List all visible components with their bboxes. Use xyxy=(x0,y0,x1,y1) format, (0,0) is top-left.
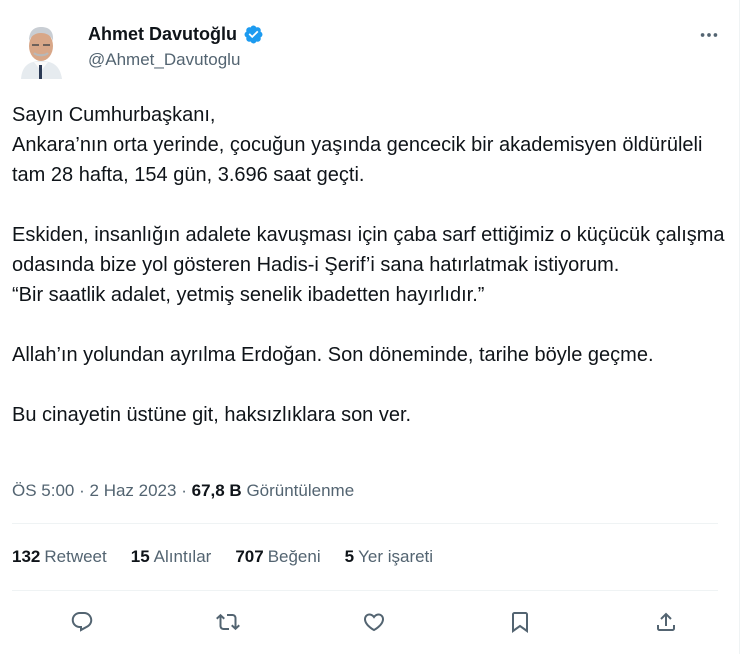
views-label: Görüntülenme xyxy=(246,481,355,500)
author-name[interactable]: Ahmet Davutoğlu xyxy=(88,24,237,45)
tweet-paragraph: Sayın Cumhurbaşkanı, Ankara’nın orta yer… xyxy=(12,104,703,186)
tweet-time[interactable]: ÖS 5:00 xyxy=(12,481,74,500)
bookmark-icon[interactable] xyxy=(502,604,538,640)
retweet-count[interactable]: 132 Retweet xyxy=(12,547,107,567)
bookmark-count[interactable]: 5 Yer işareti xyxy=(345,547,433,567)
tweet-card: Ahmet Davutoğlu @Ahmet_Davutoglu Sayın C… xyxy=(0,0,740,654)
avatar-image xyxy=(18,21,64,79)
reply-icon[interactable] xyxy=(64,604,100,640)
tweet-text: Sayın Cumhurbaşkanı, Ankara’nın orta yer… xyxy=(12,100,727,430)
meta-separator: · xyxy=(79,481,85,500)
divider xyxy=(12,590,718,591)
tweet-paragraph: Bu cinayetin üstüne git, haksızlıklara s… xyxy=(12,404,412,426)
author-name-row: Ahmet Davutoğlu xyxy=(88,24,264,45)
quote-count[interactable]: 15 Alıntılar xyxy=(131,547,212,567)
meta-separator: · xyxy=(181,481,187,500)
tweet-header: Ahmet Davutoğlu @Ahmet_Davutoglu xyxy=(0,0,740,90)
divider xyxy=(12,523,718,524)
like-count[interactable]: 707 Beğeni xyxy=(235,547,320,567)
action-bar xyxy=(64,604,684,640)
tweet-date[interactable]: 2 Haz 2023 xyxy=(90,481,177,500)
retweet-icon[interactable] xyxy=(210,604,246,640)
tweet-paragraph: Allah’ın yolundan ayrılma Erdoğan. Son d… xyxy=(12,344,654,366)
verified-badge-icon xyxy=(243,24,264,45)
tweet-meta: ÖS 5:00 · 2 Haz 2023 · 67,8 B Görüntülen… xyxy=(12,481,354,501)
engagement-stats: 132 Retweet 15 Alıntılar 707 Beğeni 5 Yer iş… xyxy=(12,547,433,567)
avatar[interactable] xyxy=(18,21,64,79)
more-options-icon[interactable] xyxy=(696,22,722,48)
like-icon[interactable] xyxy=(356,604,392,640)
author-handle[interactable]: @Ahmet_Davutoglu xyxy=(88,50,240,70)
tweet-paragraph: Eskiden, insanlığın adalete kavuşması iç… xyxy=(12,224,725,306)
share-icon[interactable] xyxy=(648,604,684,640)
views-count: 67,8 B xyxy=(191,481,242,500)
